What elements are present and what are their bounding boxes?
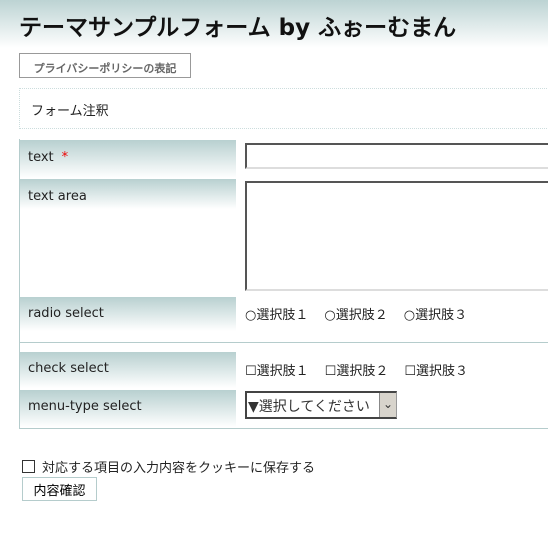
radio-option-label: 選択肢３ <box>415 308 468 323</box>
menu-select[interactable]: ▼選択してください ⌄ <box>245 391 397 419</box>
chevron-down-icon: ⌄ <box>379 393 396 417</box>
checkbox-option-2[interactable]: ☐選択肢２ <box>325 360 389 379</box>
radio-option-3[interactable]: ○選択肢３ <box>404 304 467 323</box>
cookie-label: 対応する項目の入力内容をクッキーに保存する <box>42 461 316 476</box>
check-label: check select <box>20 352 236 388</box>
checkbox-option-3[interactable]: ☐選択肢３ <box>404 360 468 379</box>
checkbox-option-1[interactable]: ☐選択肢１ <box>245 360 309 379</box>
form-note: フォーム注釈 <box>19 88 548 129</box>
checkbox-icon <box>22 460 35 473</box>
textarea-input[interactable] <box>245 181 548 291</box>
menu-selected-value: ▼選択してください <box>248 399 370 415</box>
required-mark: * <box>61 150 69 165</box>
textarea-label: text area <box>20 179 236 296</box>
page-title: テーマサンプルフォーム by ふぉーむまん <box>19 15 457 41</box>
text-label-text: text <box>28 150 54 165</box>
divider <box>20 342 548 343</box>
radio-option-1[interactable]: ○選択肢１ <box>245 304 308 323</box>
radio-group: ○選択肢１ ○選択肢２ ○選択肢３ <box>245 304 467 323</box>
checkbox-option-label: 選択肢３ <box>416 364 469 379</box>
cookie-save-checkbox[interactable]: 対応する項目の入力内容をクッキーに保存する <box>22 457 315 476</box>
checkbox-group: ☐選択肢１ ☐選択肢２ ☐選択肢３ <box>245 360 468 379</box>
confirm-button[interactable]: 内容確認 <box>22 477 97 501</box>
text-input[interactable] <box>245 143 548 169</box>
form-table: text * text area radio select ○選択肢１ ○選択肢２… <box>19 139 548 429</box>
menu-label: menu-type select <box>20 390 236 427</box>
radio-option-label: 選択肢１ <box>256 308 309 323</box>
radio-option-2[interactable]: ○選択肢２ <box>324 304 387 323</box>
privacy-policy-button[interactable]: プライバシーポリシーの表記 <box>19 53 191 78</box>
text-label: text * <box>20 140 236 178</box>
radio-option-label: 選択肢２ <box>335 308 388 323</box>
radio-label: radio select <box>20 297 236 331</box>
checkbox-option-label: 選択肢１ <box>256 364 309 379</box>
checkbox-option-label: 選択肢２ <box>336 364 389 379</box>
